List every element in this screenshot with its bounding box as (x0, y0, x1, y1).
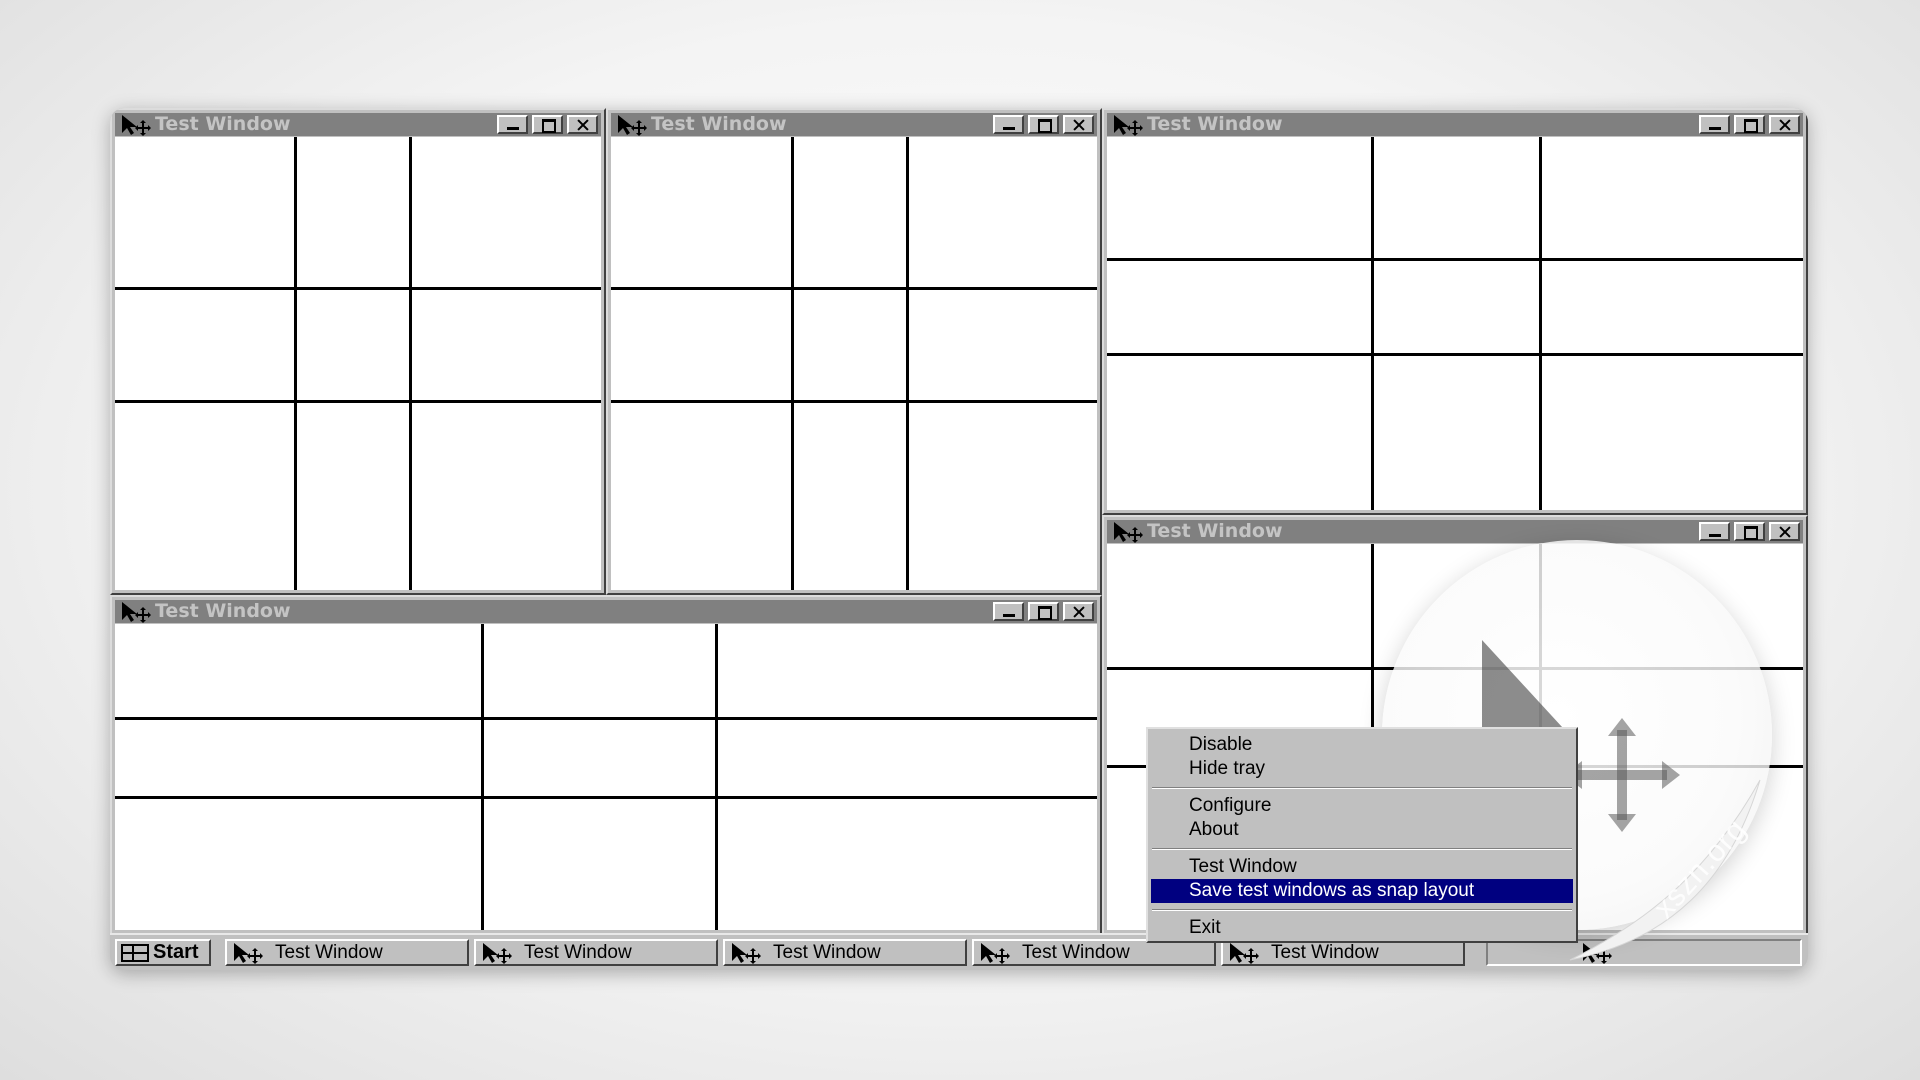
move-cursor-icon (122, 115, 151, 136)
taskbar-button-label: Test Window (1271, 942, 1379, 963)
maximize-button[interactable] (1734, 522, 1765, 541)
menu-item-save-snap-layout[interactable]: Save test windows as snap layout (1151, 879, 1573, 903)
page-curl-decoration (1569, 779, 1761, 961)
close-button[interactable] (567, 115, 598, 134)
menu-item-exit[interactable]: Exit (1151, 916, 1573, 940)
title-bar[interactable]: Test Window (1107, 113, 1803, 136)
title-bar[interactable]: Test Window (1107, 520, 1803, 543)
test-window-5[interactable]: Test Window (110, 595, 1102, 935)
minimize-button[interactable] (1699, 522, 1730, 541)
maximize-button[interactable] (532, 115, 563, 134)
move-cursor-icon (122, 602, 151, 623)
close-button[interactable] (1769, 115, 1800, 134)
window-title: Test Window (651, 113, 787, 135)
taskbar-button[interactable]: Test Window (474, 939, 718, 966)
move-cursor-icon (483, 943, 512, 964)
taskbar-button[interactable]: Test Window (723, 939, 967, 966)
window-title: Test Window (155, 113, 291, 135)
minimize-button[interactable] (1699, 115, 1730, 134)
windows-logo-icon (121, 944, 149, 962)
taskbar-button-label: Test Window (773, 942, 881, 963)
menu-item-hide-tray[interactable]: Hide tray (1151, 757, 1573, 781)
taskbar-button[interactable]: Test Window (1221, 939, 1465, 966)
window-client-area[interactable] (115, 624, 1097, 930)
maximize-button[interactable] (1734, 115, 1765, 134)
close-button[interactable] (1769, 522, 1800, 541)
menu-item-about[interactable]: About (1151, 818, 1573, 842)
close-button[interactable] (1063, 115, 1094, 134)
title-bar[interactable]: Test Window (115, 113, 601, 136)
tray-context-menu: Disable Hide tray Configure About Test W… (1146, 727, 1578, 943)
move-cursor-icon (618, 115, 647, 136)
taskbar-button-label: Test Window (1022, 942, 1130, 963)
minimize-button[interactable] (993, 602, 1024, 621)
menu-item-test-window[interactable]: Test Window (1151, 855, 1573, 879)
taskbar-button[interactable]: Test Window (972, 939, 1216, 966)
menu-item-disable[interactable]: Disable (1151, 733, 1573, 757)
start-button[interactable]: Start (115, 939, 211, 966)
maximize-button[interactable] (1028, 602, 1059, 621)
window-title: Test Window (1147, 520, 1283, 542)
window-client-area[interactable] (115, 137, 601, 590)
taskbar-button-label: Test Window (524, 942, 632, 963)
move-cursor-icon (1230, 943, 1259, 964)
menu-separator (1152, 909, 1572, 911)
minimize-button[interactable] (497, 115, 528, 134)
window-client-area[interactable] (611, 137, 1097, 590)
taskbar-button[interactable]: Test Window (225, 939, 469, 966)
title-bar[interactable]: Test Window (611, 113, 1097, 136)
move-cursor-icon (234, 943, 263, 964)
move-cursor-icon (1114, 522, 1143, 543)
taskbar-button-label: Test Window (275, 942, 383, 963)
minimize-button[interactable] (993, 115, 1024, 134)
move-cursor-icon (732, 943, 761, 964)
maximize-button[interactable] (1028, 115, 1059, 134)
start-label: Start (153, 941, 199, 963)
test-window-1[interactable]: Test Window (110, 108, 606, 595)
test-window-2[interactable]: Test Window (606, 108, 1102, 595)
window-client-area[interactable] (1107, 137, 1803, 510)
window-title: Test Window (1147, 113, 1283, 135)
title-bar[interactable]: Test Window (115, 600, 1097, 623)
window-title: Test Window (155, 600, 291, 622)
menu-separator (1152, 848, 1572, 850)
test-window-3[interactable]: Test Window (1102, 108, 1808, 515)
close-button[interactable] (1063, 602, 1094, 621)
menu-separator (1152, 787, 1572, 789)
move-cursor-icon (1114, 115, 1143, 136)
move-cursor-icon (981, 943, 1010, 964)
menu-item-configure[interactable]: Configure (1151, 794, 1573, 818)
